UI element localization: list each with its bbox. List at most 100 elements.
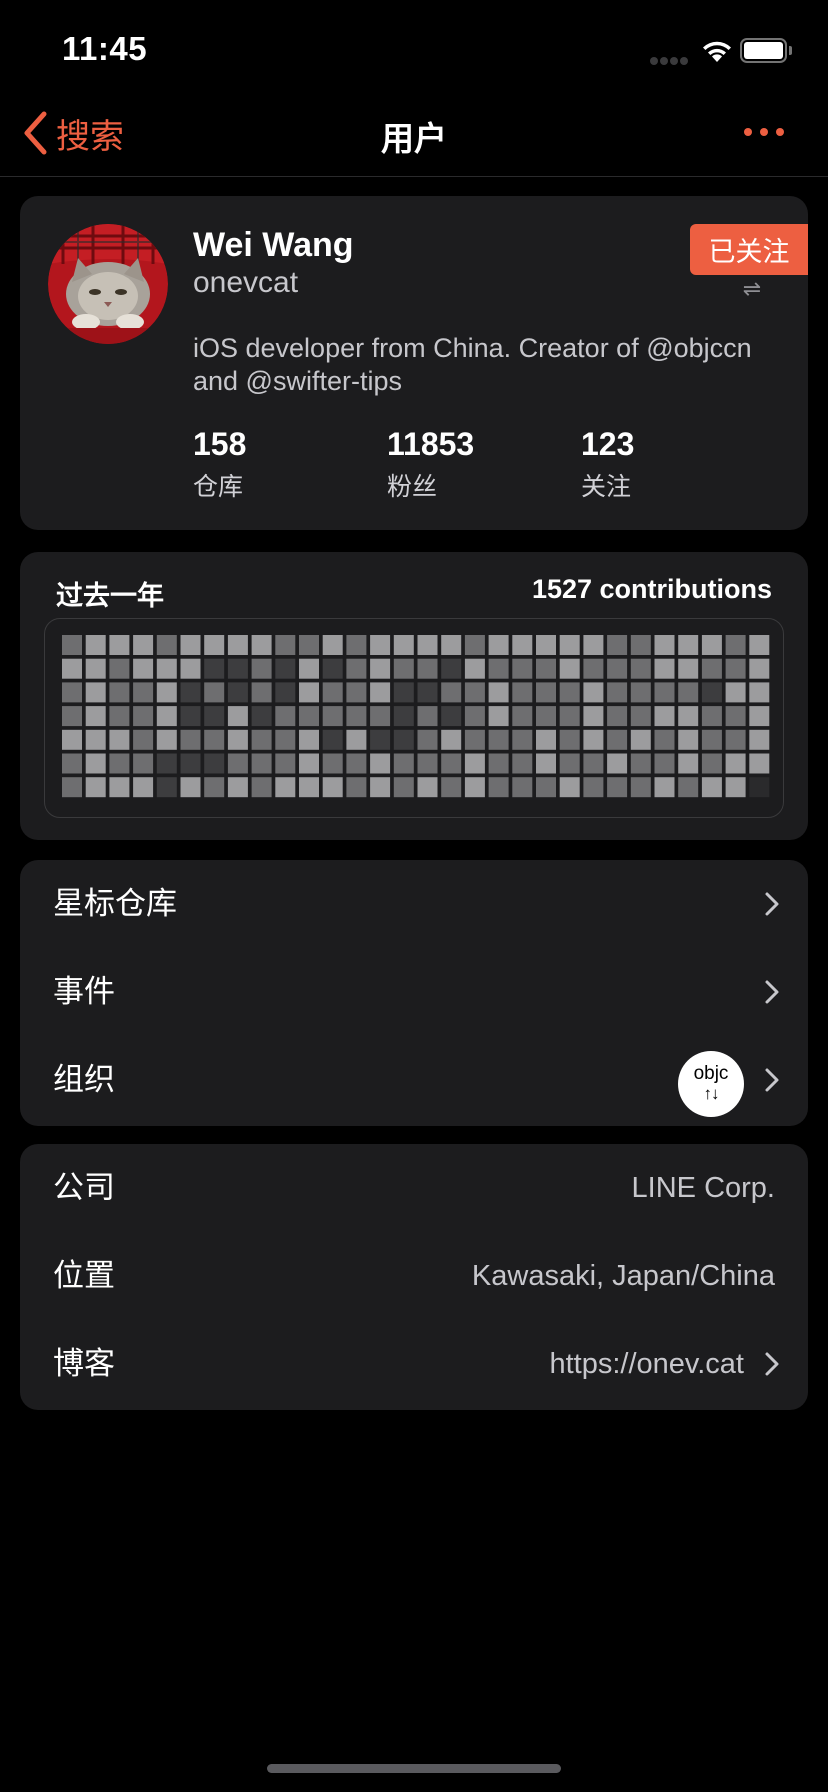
following-button[interactable]: 已关注: [690, 224, 808, 275]
contribution-cell: [156, 706, 177, 727]
contribution-cell: [654, 635, 675, 655]
contribution-cell: [749, 753, 770, 774]
contribution-cell: [251, 658, 272, 679]
stat-following[interactable]: 123 关注: [581, 426, 634, 503]
contribution-cell: [583, 753, 604, 774]
row-starred-repos[interactable]: 星标仓库: [20, 860, 808, 948]
contribution-cell: [299, 658, 319, 679]
contribution-cell: [725, 777, 746, 798]
contribution-cell: [156, 658, 177, 679]
contribution-cell: [583, 635, 604, 655]
contribution-cell: [299, 635, 319, 655]
contribution-cell: [299, 729, 319, 750]
contribution-cell: [583, 729, 604, 750]
profile-card: Wei Wang onevcat 已关注 ⇌ iOS developer fro…: [20, 196, 808, 530]
contribution-cell: [441, 777, 462, 798]
chevron-right-icon: [765, 980, 779, 1004]
contribution-cell: [109, 682, 130, 703]
contribution-cell: [464, 706, 485, 727]
contribution-cell: [488, 729, 509, 750]
contribution-cell: [630, 635, 651, 655]
row-organizations[interactable]: 组织 objc ↑↓: [20, 1036, 808, 1124]
contribution-cell: [701, 753, 722, 774]
row-blog[interactable]: 博客 https://onev.cat: [20, 1320, 808, 1408]
row-label: 公司: [53, 1170, 115, 1205]
contribution-cell: [488, 777, 509, 798]
contribution-cell: [441, 729, 462, 750]
contribution-cell: [275, 682, 296, 703]
contribution-cell: [62, 777, 82, 798]
contributions-card: 过去一年 1527 contributions: [20, 552, 808, 840]
more-icon[interactable]: [744, 128, 784, 138]
contribution-cell: [204, 658, 225, 679]
contribution-cell: [251, 635, 272, 655]
info-list: 公司 LINE Corp. 位置 Kawasaki, Japan/China 博…: [20, 1144, 808, 1410]
contribution-cell: [204, 635, 225, 655]
contribution-cell: [393, 682, 414, 703]
row-label: 博客: [53, 1346, 115, 1381]
contribution-cell: [607, 777, 628, 798]
contribution-cell: [180, 729, 201, 750]
row-events[interactable]: 事件: [20, 948, 808, 1036]
contribution-cell: [62, 706, 82, 727]
contribution-cell: [630, 753, 651, 774]
contribution-cell: [370, 777, 391, 798]
contribution-cell: [725, 729, 746, 750]
contribution-cell: [393, 658, 414, 679]
row-label: 位置: [53, 1258, 115, 1293]
contribution-cell: [464, 658, 485, 679]
contribution-cell: [678, 753, 699, 774]
contribution-cell: [62, 753, 82, 774]
contribution-cell: [512, 777, 533, 798]
contribution-cell: [512, 753, 533, 774]
contributions-graph: [44, 618, 784, 818]
contribution-cell: [299, 706, 319, 727]
contribution-cell: [701, 658, 722, 679]
contribution-cell: [180, 706, 201, 727]
contributions-count: 1527 contributions: [531, 574, 772, 604]
contribution-cell: [654, 777, 675, 798]
contribution-cell: [109, 729, 130, 750]
contribution-cell: [749, 658, 770, 679]
contribution-cell: [464, 635, 485, 655]
contribution-cell: [488, 658, 509, 679]
contribution-cell: [536, 729, 556, 750]
contribution-cell: [441, 658, 462, 679]
contribution-cell: [227, 777, 248, 798]
contribution-cell: [678, 729, 699, 750]
contribution-cell: [204, 729, 225, 750]
contribution-cell: [559, 658, 580, 679]
contribution-cell: [654, 729, 675, 750]
contribution-cell: [322, 729, 343, 750]
contribution-cell: [85, 777, 106, 798]
contribution-cell: [512, 682, 533, 703]
contribution-cell: [512, 706, 533, 727]
chevron-right-icon: [765, 1352, 779, 1376]
org-avatar-objc[interactable]: objc ↑↓: [678, 1051, 744, 1117]
contribution-cell: [607, 658, 628, 679]
contribution-cell: [275, 706, 296, 727]
contribution-cell: [559, 753, 580, 774]
contribution-cell: [346, 777, 367, 798]
contribution-cell: [62, 682, 82, 703]
stat-followers[interactable]: 11853 粉丝: [387, 426, 474, 503]
contribution-cell: [559, 682, 580, 703]
row-location: 位置 Kawasaki, Japan/China: [20, 1232, 808, 1320]
contribution-cell: [559, 635, 580, 655]
contribution-cell: [275, 635, 296, 655]
stat-repositories[interactable]: 158 仓库: [193, 426, 246, 503]
contribution-cell: [654, 753, 675, 774]
chevron-right-icon: [765, 1068, 779, 1092]
swap-icon[interactable]: ⇌: [737, 278, 767, 300]
contribution-cell: [370, 729, 391, 750]
contribution-cell: [251, 682, 272, 703]
contribution-cell: [85, 729, 106, 750]
contribution-cell: [749, 635, 770, 655]
contribution-cell: [583, 706, 604, 727]
contribution-cell: [701, 729, 722, 750]
status-bar: 11:45: [0, 0, 828, 100]
contribution-cell: [85, 658, 106, 679]
blog-link[interactable]: https://onev.cat: [549, 1320, 744, 1408]
contribution-cell: [417, 658, 438, 679]
contribution-cell: [464, 729, 485, 750]
